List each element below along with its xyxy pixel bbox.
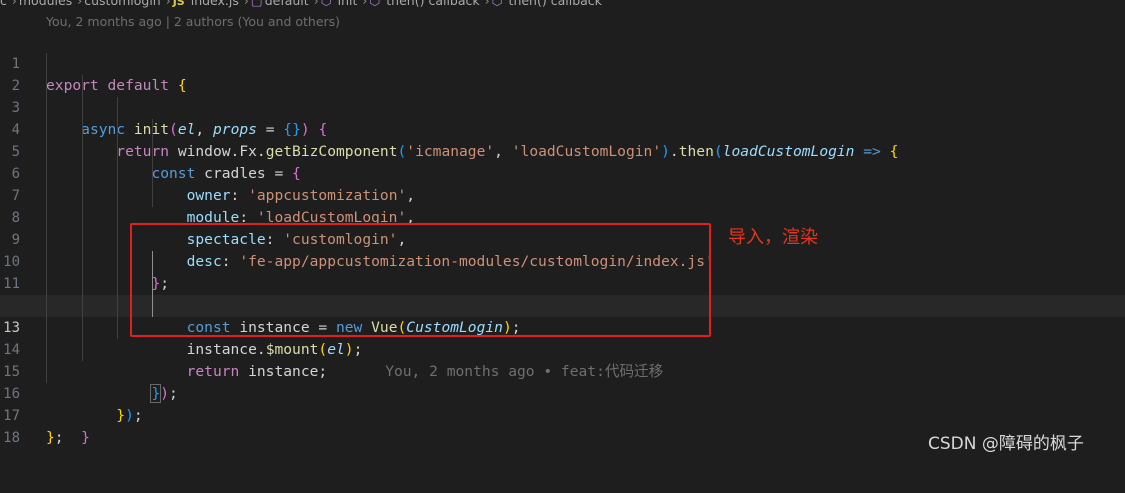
- breadcrumb-item[interactable]: then() callback: [386, 0, 479, 8]
- codelens-blame-header[interactable]: You, 2 months ago | 2 authors (You and o…: [46, 14, 340, 29]
- breadcrumb-item[interactable]: modules: [19, 0, 72, 8]
- breadcrumb-item[interactable]: customlogin: [84, 0, 160, 8]
- code-line[interactable]: 8 desc: 'fe-app/appcustomization-modules…: [0, 185, 1125, 270]
- chevron-right-icon: ›: [362, 0, 368, 8]
- chevron-right-icon: ›: [165, 0, 171, 8]
- method-icon: ⬡: [491, 0, 503, 8]
- method-icon: ⬡: [369, 0, 381, 8]
- breadcrumb-item[interactable]: c: [0, 0, 7, 8]
- code-line[interactable]: 3 return window.Fx.getBizComponent('icma…: [0, 75, 1125, 160]
- breadcrumb-item[interactable]: index.js: [191, 0, 239, 8]
- watermark: CSDN @障碍的枫子: [928, 434, 1084, 454]
- breadcrumb-item[interactable]: default: [265, 0, 309, 8]
- chevron-right-icon: ›: [243, 0, 249, 8]
- code-line[interactable]: 2 async init(el, props = {}) {: [0, 53, 1125, 138]
- code-line[interactable]: 15 });: [0, 339, 1125, 424]
- annotation-text: 导入，渲染: [728, 227, 818, 248]
- chevron-right-icon: ›: [313, 0, 319, 8]
- chevron-right-icon: ›: [11, 0, 17, 8]
- code-line[interactable]: 16 }: [0, 361, 1125, 446]
- code-line[interactable]: 4 const cradles = {: [0, 97, 1125, 182]
- highlight-box: [130, 223, 711, 337]
- module-icon: ▢: [250, 0, 263, 8]
- code-line[interactable]: 18: [0, 405, 1125, 446]
- javascript-file-icon: JS: [172, 0, 185, 8]
- breadcrumb-item[interactable]: then() callback: [509, 0, 602, 8]
- code-line[interactable]: 17 };: [0, 383, 1125, 446]
- breadcrumb-item[interactable]: init: [338, 0, 358, 8]
- line-number: 18: [3, 430, 20, 446]
- code-line[interactable]: 1 export default {: [0, 31, 1125, 94]
- code-line[interactable]: 5 owner: 'appcustomization',: [0, 119, 1125, 204]
- method-icon: ⬡: [320, 0, 332, 8]
- chevron-right-icon: ›: [484, 0, 490, 8]
- breadcrumb: c › modules › customlogin › JS index.js › ▢ defau…: [0, 0, 1125, 9]
- chevron-right-icon: ›: [77, 0, 83, 8]
- code-line[interactable]: 7 spectacle: 'customlogin',: [0, 163, 1125, 248]
- code-line[interactable]: 6 module: 'loadCustomLogin',: [0, 141, 1125, 226]
